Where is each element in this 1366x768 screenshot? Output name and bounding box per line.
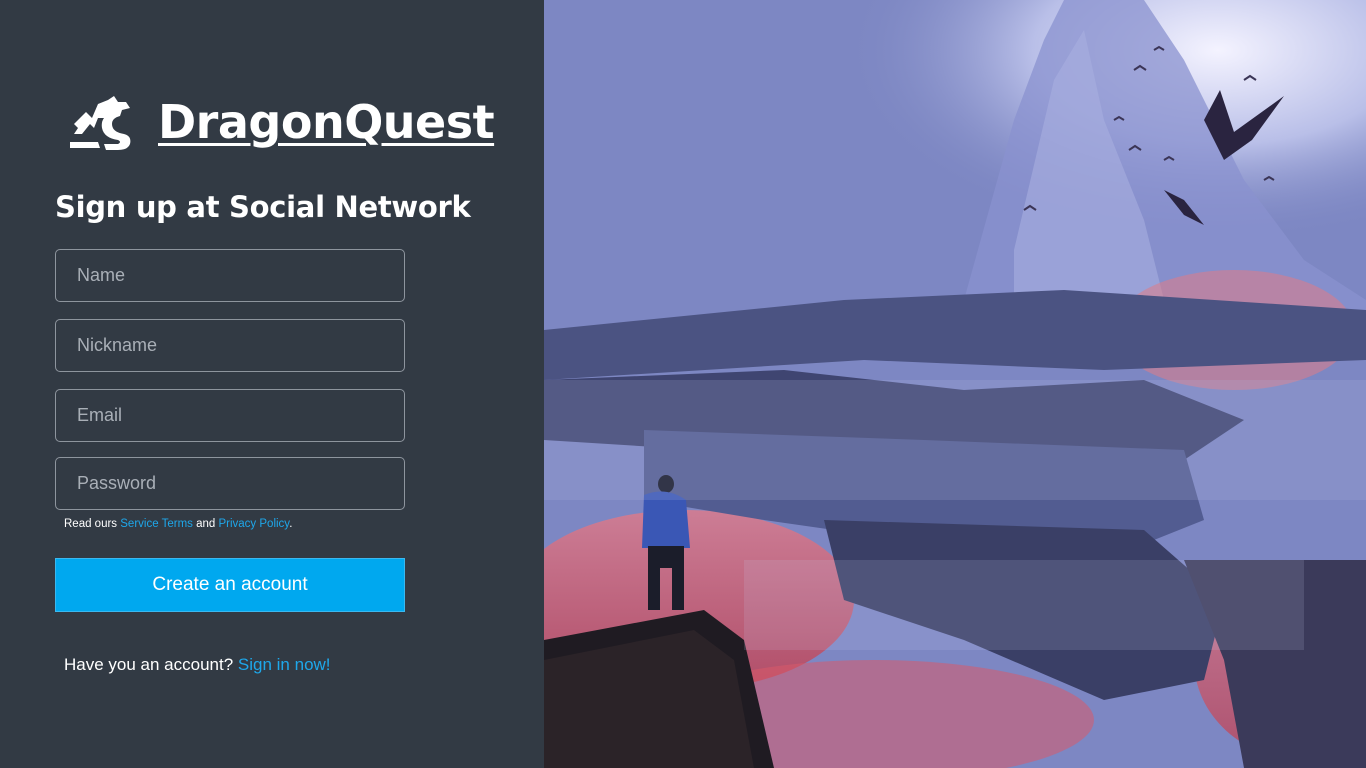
- email-field[interactable]: [55, 389, 405, 442]
- signin-prompt-text: Have you an account?: [64, 655, 238, 674]
- hero-artwork: [544, 0, 1366, 768]
- brand-logo[interactable]: DragonQuest: [68, 92, 495, 152]
- nickname-field[interactable]: [55, 319, 405, 372]
- password-field[interactable]: [55, 457, 405, 510]
- signin-link[interactable]: Sign in now!: [238, 655, 331, 674]
- signin-prompt: Have you an account? Sign in now!: [64, 655, 331, 675]
- page-title: Sign up at Social Network: [55, 190, 471, 224]
- service-terms-link[interactable]: Service Terms: [120, 518, 193, 530]
- terms-middle: and: [192, 518, 219, 530]
- privacy-policy-link[interactable]: Privacy Policy: [218, 518, 289, 530]
- terms-prefix: Read ours: [64, 518, 121, 530]
- terms-suffix: .: [289, 518, 293, 530]
- dragon-logo-icon: [68, 94, 134, 150]
- name-field[interactable]: [55, 249, 405, 302]
- signup-panel: DragonQuest Sign up at Social Network Re…: [0, 0, 544, 768]
- brand-name: DragonQuest: [158, 95, 495, 149]
- terms-notice: Read ours Service Terms and Privacy Poli…: [64, 518, 292, 530]
- create-account-button[interactable]: Create an account: [55, 558, 405, 612]
